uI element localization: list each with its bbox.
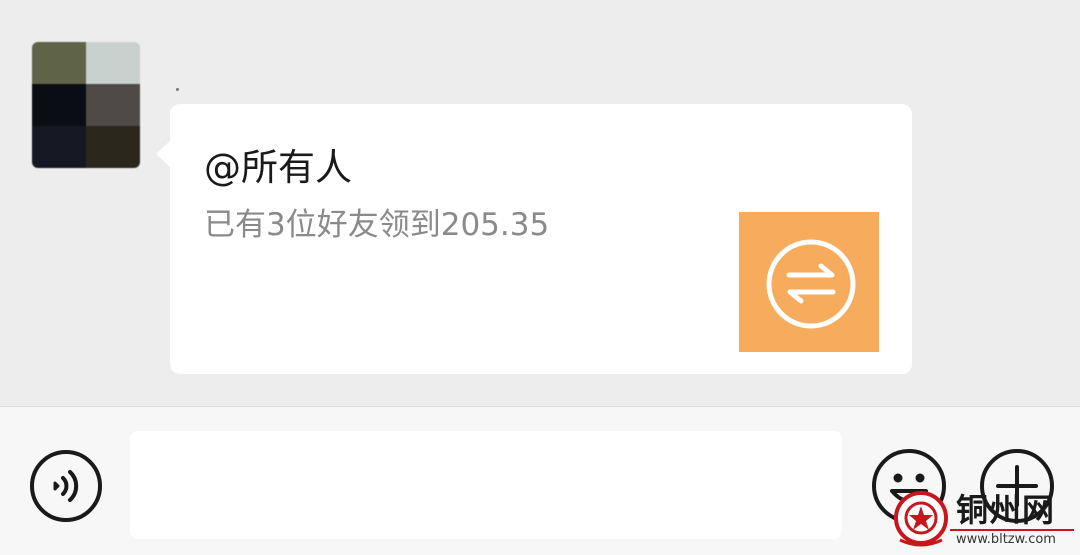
- message-title: @所有人: [204, 146, 352, 189]
- voice-button[interactable]: [29, 449, 103, 523]
- bubble-tail: [156, 140, 171, 168]
- red-packet-message-bubble[interactable]: @所有人 已有3位好友领到205.35: [170, 104, 912, 374]
- site-watermark: 铜州网 www.bltzw.com: [892, 490, 1076, 552]
- watermark-logo-icon: [894, 491, 948, 547]
- watermark-site-name: 铜州网: [956, 491, 1056, 529]
- transfer-arrows-icon: [766, 239, 856, 329]
- voice-icon: [30, 450, 102, 522]
- watermark-divider: [950, 529, 1074, 531]
- message-input[interactable]: [130, 431, 842, 539]
- transfer-thumbnail: [739, 212, 879, 352]
- message-description: 已有3位好友领到205.35: [204, 207, 550, 243]
- watermark-url: www.bltzw.com: [956, 532, 1056, 547]
- avatar[interactable]: [32, 42, 140, 168]
- chat-area: @所有人 已有3位好友领到205.35: [0, 0, 1080, 406]
- sender-name-dot: [176, 88, 179, 91]
